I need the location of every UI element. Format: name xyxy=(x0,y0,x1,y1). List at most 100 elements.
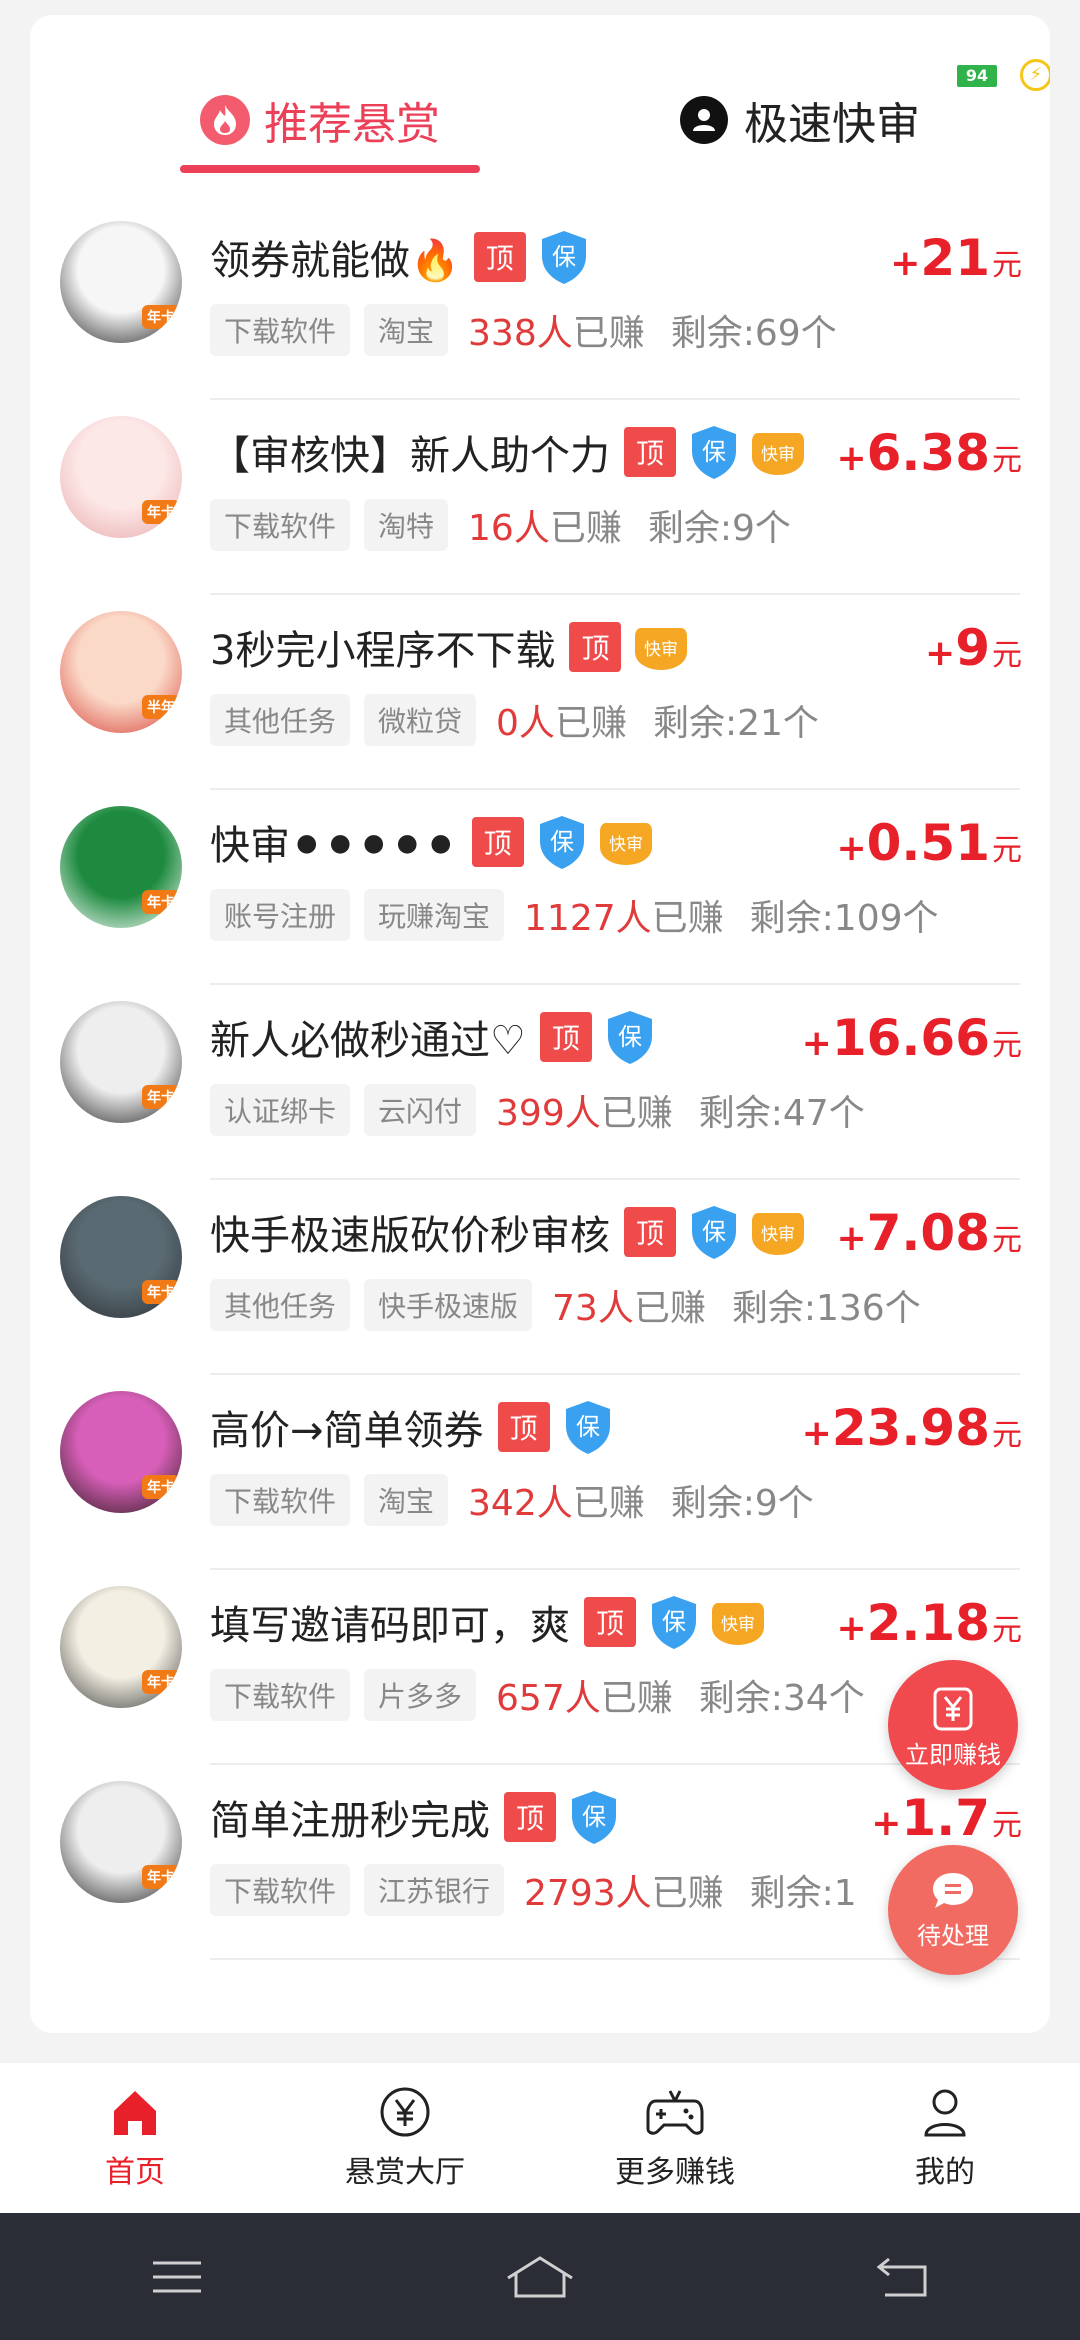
fast-review-badge: 快审 xyxy=(752,433,804,475)
reward-unit: 元 xyxy=(992,1418,1022,1453)
reward-value: 6.38 xyxy=(866,424,990,482)
nav-reward-hall-label: 悬赏大厅 xyxy=(345,2155,465,2190)
svg-text:快审: 快审 xyxy=(721,1615,755,1635)
fast-review-badge: 快审 xyxy=(635,628,688,670)
platform-chip: 淘宝 xyxy=(364,304,449,356)
nav-reward-hall[interactable]: 悬赏大厅 xyxy=(270,2063,540,2213)
reward-plus: + xyxy=(836,438,867,479)
svg-text:保: 保 xyxy=(552,243,576,271)
top-tag: 顶 xyxy=(624,427,676,477)
remaining-count: 剩余:34个 xyxy=(698,1678,865,1719)
pending-button[interactable]: 待处理 xyxy=(888,1845,1018,1975)
reward-plus: + xyxy=(836,1608,867,1649)
membership-badge: 年卡 xyxy=(142,890,180,914)
reward-unit: 元 xyxy=(992,443,1022,478)
earned-number: 342人 xyxy=(468,1483,573,1524)
reward-unit: 元 xyxy=(992,248,1022,283)
nav-more-earn[interactable]: 更多赚钱 xyxy=(540,2063,810,2213)
reward-plus: + xyxy=(871,1803,902,1844)
earned-suffix: 已赚 xyxy=(572,313,645,354)
membership-badge: 年卡 xyxy=(142,500,180,524)
earn-now-button[interactable]: 立即赚钱 xyxy=(888,1660,1018,1790)
earned-count: 399人已赚 xyxy=(496,1084,673,1136)
svg-text:保: 保 xyxy=(618,1023,642,1051)
reward-plus: + xyxy=(801,1413,832,1454)
task-row[interactable]: 年卡 领券就能做🔥 顶保 +21 元下载软件 淘宝 338人已赚 剩余:69个 xyxy=(30,205,1050,400)
fast-review-badge: 快审 xyxy=(752,1213,804,1255)
tab-fast-review-label: 极速快审 xyxy=(744,99,920,150)
membership-badge: 年卡 xyxy=(142,1670,180,1694)
earned-number: 657人 xyxy=(496,1678,601,1719)
task-row[interactable]: 半年 3秒完小程序不下载顶 快审 +9 元其他任务 微粒贷 0人已赚 剩余:21个 xyxy=(30,595,1050,790)
avatar: 年卡 xyxy=(60,806,182,928)
task-title-line: 高价→简单领券顶保 xyxy=(210,1397,624,1457)
avatar: 年卡 xyxy=(60,1001,182,1123)
reward-amount: +7.08 元 xyxy=(836,1204,1022,1264)
avatar: 半年 xyxy=(60,611,182,733)
reward-amount: +23.98 元 xyxy=(802,1399,1022,1459)
reward-unit: 元 xyxy=(992,1028,1022,1063)
task-title-line: 领券就能做🔥 顶保 xyxy=(210,227,600,287)
task-meta-line: 认证绑卡 云闪付 399人已赚 剩余:47个 xyxy=(210,1084,865,1136)
svg-text:保: 保 xyxy=(702,438,726,466)
tab-recommended[interactable]: 推荐悬赏 xyxy=(200,85,440,155)
task-row[interactable]: 年卡 【审核快】新人助个力顶保 快审 +6.38 元下载软件 淘特 16人已赚 剩余:9个 xyxy=(30,400,1050,595)
task-row[interactable]: 年卡 快审⚫⚫⚫⚫⚫ 顶保 快审 +0.51 元账号注册 玩赚淘宝 1127人已赚 剩余:109… xyxy=(30,790,1050,985)
reward-amount: +1.7 元 xyxy=(871,1789,1022,1849)
tab-fast-review[interactable]: 极速快审 xyxy=(680,85,920,155)
avatar: 年卡 xyxy=(60,1586,182,1708)
task-title-line: 新人必做秒通过♡ 顶保 xyxy=(210,1007,666,1067)
task-row[interactable]: 年卡 高价→简单领券顶保 +23.98 元下载软件 淘宝 342人已赚 剩余:9个 xyxy=(30,1375,1050,1570)
task-meta-line: 其他任务 微粒贷 0人已赚 剩余:21个 xyxy=(210,694,819,746)
task-title: 3秒完小程序不下载 xyxy=(210,628,556,674)
svg-text:快审: 快审 xyxy=(761,445,795,465)
pending-label: 待处理 xyxy=(917,1921,989,1950)
category-chip: 下载软件 xyxy=(210,1864,351,1916)
user-circle-icon xyxy=(680,96,728,144)
category-chip: 认证绑卡 xyxy=(210,1084,351,1136)
task-meta-line: 下载软件 片多多 657人已赚 剩余:34个 xyxy=(210,1669,865,1721)
nav-mine[interactable]: 我的 xyxy=(810,2063,1080,2213)
guarantee-shield-icon: 保 xyxy=(565,1401,610,1454)
system-navigation-bar xyxy=(0,2213,1080,2340)
reward-amount: +0.51 元 xyxy=(836,814,1022,874)
task-title-line: 填写邀请码即可，爽顶保 快审 xyxy=(210,1592,774,1652)
platform-chip: 微粒贷 xyxy=(364,694,477,746)
earned-number: 338人 xyxy=(468,313,573,354)
guarantee-shield-icon: 保 xyxy=(607,1011,652,1064)
guarantee-shield-icon: 保 xyxy=(572,1791,616,1844)
category-chip: 其他任务 xyxy=(210,1279,351,1331)
top-tag: 顶 xyxy=(473,232,526,282)
platform-chip: 淘特 xyxy=(364,499,449,551)
earned-count: 0人已赚 xyxy=(496,694,627,746)
remaining-count: 剩余:69个 xyxy=(670,313,837,354)
task-title-line: 【审核快】新人助个力顶保 快审 xyxy=(210,422,814,482)
battery-indicator: 94 xyxy=(957,65,997,87)
yen-bag-icon xyxy=(933,1687,973,1730)
task-meta-line: 下载软件 淘宝 342人已赚 剩余:9个 xyxy=(210,1474,814,1526)
fire-icon xyxy=(200,95,250,145)
back-icon[interactable] xyxy=(875,2255,931,2299)
reward-value: 23.98 xyxy=(831,1399,990,1457)
svg-text:快审: 快审 xyxy=(609,835,643,855)
menu-icon[interactable] xyxy=(149,2257,205,2297)
guarantee-shield-icon: 保 xyxy=(541,231,586,284)
nav-home[interactable]: 首页 xyxy=(0,2063,270,2213)
home-button-icon[interactable] xyxy=(504,2254,576,2300)
earned-suffix: 已赚 xyxy=(633,1288,706,1329)
earned-count: 73人已赚 xyxy=(552,1279,706,1331)
earned-suffix: 已赚 xyxy=(549,508,622,549)
home-icon xyxy=(114,2091,156,2135)
task-meta-line: 下载软件 淘特 16人已赚 剩余:9个 xyxy=(210,499,791,551)
platform-chip: 快手极速版 xyxy=(364,1279,533,1331)
guarantee-shield-icon: 保 xyxy=(692,426,736,479)
task-row[interactable]: 年卡 快手极速版砍价秒审核顶保 快审 +7.08 元其他任务 快手极速版 73人已赚 剩余:1… xyxy=(30,1180,1050,1375)
task-row[interactable]: 年卡 新人必做秒通过♡ 顶保 +16.66 元认证绑卡 云闪付 399人已赚 剩余:47个 xyxy=(30,985,1050,1180)
avatar: 年卡 xyxy=(60,416,182,538)
task-title: 新人必做秒通过♡ xyxy=(210,1018,526,1064)
task-title-line: 快手极速版砍价秒审核顶保 快审 xyxy=(210,1202,814,1262)
membership-badge: 半年 xyxy=(142,695,180,719)
nav-home-label: 首页 xyxy=(105,2155,165,2190)
earned-suffix: 已赚 xyxy=(572,1483,645,1524)
top-tag: 顶 xyxy=(497,1402,550,1452)
